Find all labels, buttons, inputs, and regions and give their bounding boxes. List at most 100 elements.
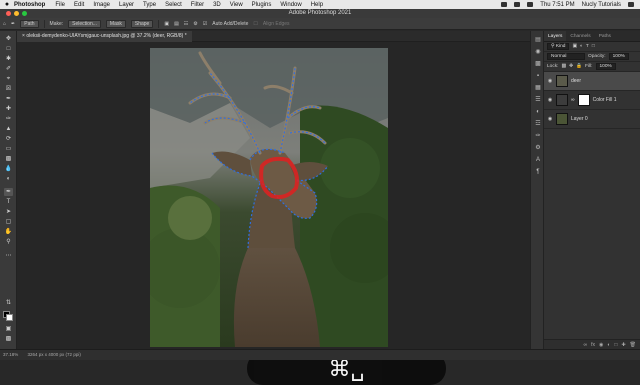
fill-input[interactable]: 100%: [595, 63, 616, 70]
display-icon[interactable]: [501, 2, 508, 7]
opacity-input[interactable]: 100%: [608, 53, 629, 60]
visibility-eye-icon[interactable]: ◉: [547, 97, 553, 103]
clone-stamp-tool-icon[interactable]: ▲: [4, 125, 13, 133]
history-brush-tool-icon[interactable]: ⟳: [4, 135, 13, 143]
healing-brush-tool-icon[interactable]: ✚: [4, 105, 13, 113]
lock-all-icon[interactable]: 🔒: [576, 64, 582, 69]
deer-photo[interactable]: [150, 48, 388, 347]
layer-row-layer-0[interactable]: ◉ Layer 0: [544, 110, 640, 129]
new-group-icon[interactable]: □: [614, 342, 617, 348]
control-center-icon[interactable]: [628, 2, 634, 7]
auto-add-delete-checkbox[interactable]: ☑: [203, 21, 207, 27]
path-operations-icon[interactable]: ▣: [164, 21, 169, 27]
filter-type-icon[interactable]: T: [586, 44, 589, 49]
patterns-panel-icon[interactable]: ▦: [534, 85, 542, 92]
visibility-eye-icon[interactable]: ◉: [547, 116, 553, 122]
filter-adjustment-icon[interactable]: ◐: [580, 44, 583, 49]
tab-paths[interactable]: Paths: [595, 31, 615, 41]
adjustments-panel-icon[interactable]: ◐: [534, 109, 542, 116]
zoom-window-button[interactable]: [22, 11, 27, 16]
hand-tool-icon[interactable]: ✋: [4, 228, 13, 236]
make-mask-button[interactable]: Mask: [105, 19, 126, 28]
layer-style-icon[interactable]: fx: [591, 342, 595, 348]
visibility-eye-icon[interactable]: ◉: [547, 78, 553, 84]
filter-shape-icon[interactable]: □: [592, 44, 595, 49]
menubar-user[interactable]: Nucly Tutorials: [582, 2, 621, 8]
layer-name[interactable]: Layer 0: [571, 116, 588, 122]
paragraph-panel-icon[interactable]: ¶: [534, 169, 542, 176]
layer-name[interactable]: deer: [571, 78, 581, 84]
filter-pixel-icon[interactable]: ▣: [572, 44, 577, 49]
brush-tool-icon[interactable]: ✑: [4, 115, 13, 123]
brush-settings-panel-icon[interactable]: ⚙: [534, 145, 542, 152]
link-layers-icon[interactable]: ∞: [584, 342, 588, 348]
tab-layers[interactable]: Layers: [544, 31, 567, 41]
tab-channels[interactable]: Channels: [566, 31, 594, 41]
dodge-tool-icon[interactable]: ◐: [4, 175, 13, 183]
battery-icon[interactable]: [527, 2, 534, 7]
path-arrangement-icon[interactable]: ☷: [184, 21, 188, 27]
zoom-level[interactable]: 37.18%: [3, 352, 18, 357]
menu-help[interactable]: Help: [311, 2, 323, 8]
layer-row-color-fill[interactable]: ◉ ∞ Color Fill 1: [544, 91, 640, 110]
type-tool-icon[interactable]: T: [4, 198, 13, 206]
menu-layer[interactable]: Layer: [119, 2, 134, 8]
layer-name[interactable]: Color Fill 1: [593, 97, 617, 103]
lasso-tool-icon[interactable]: ✱: [4, 55, 13, 63]
menu-window[interactable]: Window: [280, 2, 301, 8]
menu-filter[interactable]: Filter: [191, 2, 204, 8]
new-adjustment-icon[interactable]: ◐: [607, 342, 610, 348]
character-panel-icon[interactable]: A: [534, 157, 542, 164]
properties-panel-icon[interactable]: ☰: [534, 97, 542, 104]
apple-menu-icon[interactable]: ●: [0, 1, 14, 8]
gradient-tool-icon[interactable]: ▩: [4, 155, 13, 163]
swatches-panel-icon[interactable]: ▩: [534, 61, 542, 68]
lock-position-icon[interactable]: ✥: [569, 64, 573, 69]
history-panel-icon[interactable]: ▤: [534, 37, 542, 44]
background-color-swatch[interactable]: [6, 314, 13, 321]
layer-filter-select[interactable]: ⚲ Kind: [547, 43, 570, 50]
link-icon[interactable]: ∞: [571, 97, 575, 103]
new-layer-icon[interactable]: ✚: [621, 342, 625, 348]
delete-layer-icon[interactable]: 🗑: [630, 342, 636, 348]
libraries-panel-icon[interactable]: ☲: [534, 121, 542, 128]
menu-edit[interactable]: Edit: [74, 2, 84, 8]
zoom-tool-icon[interactable]: ⚲: [4, 238, 13, 246]
frame-tool-icon[interactable]: ☒: [4, 85, 13, 93]
color-panel-icon[interactable]: ◉: [534, 49, 542, 56]
menu-plugins[interactable]: Plugins: [252, 2, 272, 8]
eraser-tool-icon[interactable]: ▭: [4, 145, 13, 153]
home-icon[interactable]: ⌂: [3, 21, 6, 27]
screen-mode-icon[interactable]: ▩: [4, 335, 13, 343]
add-mask-icon[interactable]: ◉: [599, 342, 603, 348]
make-selection-button[interactable]: Selection...: [68, 19, 101, 28]
quick-select-tool-icon[interactable]: ✐: [4, 65, 13, 73]
menu-view[interactable]: View: [230, 2, 243, 8]
blur-tool-icon[interactable]: 💧: [4, 165, 13, 173]
menu-app-photoshop[interactable]: Photoshop: [14, 2, 45, 8]
marquee-tool-icon[interactable]: □: [4, 45, 13, 53]
settings-gear-icon[interactable]: ⚙: [193, 21, 197, 27]
path-alignment-icon[interactable]: ▤: [174, 21, 179, 27]
gradients-panel-icon[interactable]: ▪: [534, 73, 542, 80]
menu-image[interactable]: Image: [93, 2, 110, 8]
wifi-icon[interactable]: [514, 2, 521, 7]
menu-file[interactable]: File: [55, 2, 65, 8]
brushes-panel-icon[interactable]: ✑: [534, 133, 542, 140]
minimize-window-button[interactable]: [14, 11, 19, 16]
swap-colors-icon[interactable]: ⇅: [4, 299, 13, 307]
make-shape-button[interactable]: Shape: [130, 19, 154, 28]
menu-type[interactable]: Type: [143, 2, 156, 8]
layer-row-deer[interactable]: ◉ deer: [544, 72, 640, 91]
lock-pixels-icon[interactable]: ▩: [561, 64, 566, 69]
menubar-clock[interactable]: Thu 7:51 PM: [540, 2, 574, 8]
canvas-area[interactable]: ⌘␣: [17, 42, 540, 385]
pen-tool-preset-icon[interactable]: ✒: [11, 21, 15, 27]
blend-mode-select[interactable]: Normal: [547, 53, 585, 60]
align-edges-checkbox[interactable]: ☐: [253, 21, 257, 27]
menu-select[interactable]: Select: [165, 2, 182, 8]
menu-3d[interactable]: 3D: [213, 2, 221, 8]
pen-tool-icon[interactable]: ✒: [4, 188, 13, 196]
rectangle-tool-icon[interactable]: ▢: [4, 218, 13, 226]
close-window-button[interactable]: [6, 11, 11, 16]
